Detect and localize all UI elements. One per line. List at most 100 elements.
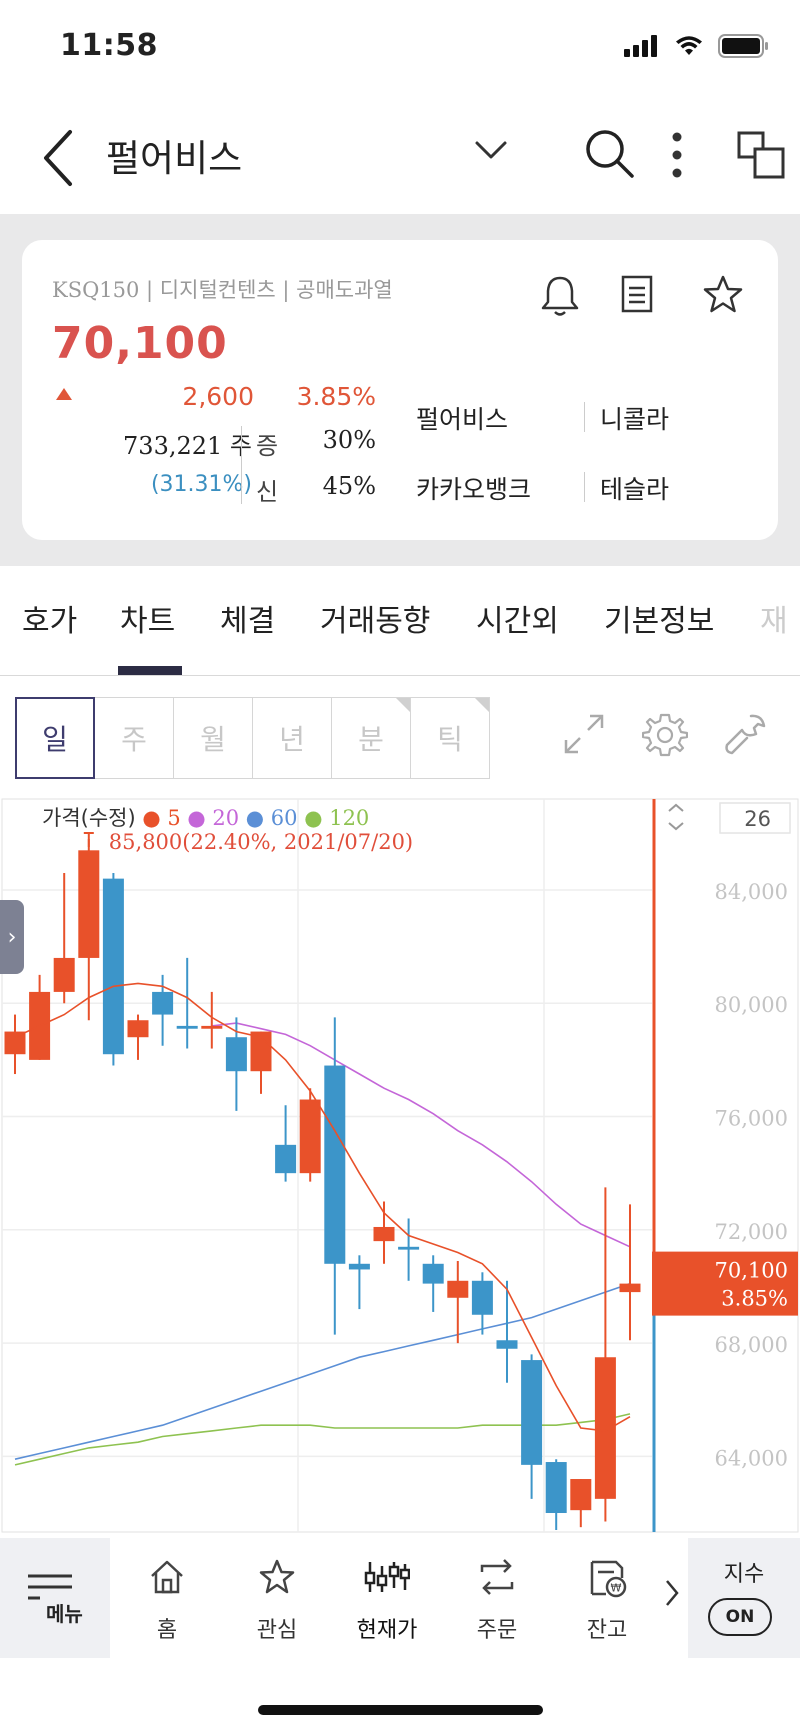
related-stock-2[interactable]: 니콜라 xyxy=(600,400,669,436)
divider xyxy=(241,426,242,504)
credit-rate-value: 45% xyxy=(322,472,376,500)
trade-volume: 733,221 주 xyxy=(123,432,252,460)
candle xyxy=(176,1025,198,1029)
current-price-label: 70,100 xyxy=(715,1259,788,1283)
candle xyxy=(545,1462,567,1514)
margin-rate-value: 30% xyxy=(322,426,376,454)
index-toggle[interactable]: ON xyxy=(708,1598,772,1636)
tab-orderbook[interactable]: 호가 xyxy=(22,596,77,640)
wifi-icon xyxy=(676,36,702,55)
period-month-button[interactable]: 월 xyxy=(173,697,253,779)
candle xyxy=(102,878,124,1055)
candle xyxy=(225,1037,247,1072)
wrench-icon[interactable] xyxy=(722,712,768,758)
app-header: 펄어비스 xyxy=(0,100,800,214)
candle xyxy=(324,1065,346,1264)
chart-side-handle[interactable]: › xyxy=(0,900,24,974)
nav-watchlist[interactable]: 관심 xyxy=(222,1538,332,1658)
price-change: 2,600 xyxy=(182,382,254,411)
period-day-button[interactable]: 일 xyxy=(15,697,95,779)
nav-current-price[interactable]: 현재가 xyxy=(332,1538,442,1658)
period-selector: 일 주 월 년 분 틱 xyxy=(15,697,490,779)
chevron-down-icon[interactable] xyxy=(474,140,508,160)
star-icon[interactable] xyxy=(702,274,744,314)
margin-rate-label: 증 xyxy=(256,432,279,460)
legend-title: 가격(수정) xyxy=(42,806,142,830)
y-tick-label: 64,000 xyxy=(715,1446,788,1470)
candle xyxy=(127,1020,149,1038)
status-time: 11:58 xyxy=(60,28,158,63)
current-rate-label: 3.85% xyxy=(721,1287,788,1311)
tab-after-hours[interactable]: 시간외 xyxy=(476,596,559,640)
balance-icon: ₩ xyxy=(590,1560,627,1598)
period-minute-button[interactable]: 분 xyxy=(331,697,411,779)
nav-balance[interactable]: ₩ 잔고 xyxy=(552,1538,662,1658)
candle xyxy=(570,1479,592,1511)
period-tick-button[interactable]: 틱 xyxy=(410,697,490,779)
volume-rate: (31.31%) xyxy=(150,472,252,497)
home-indicator xyxy=(258,1705,543,1715)
candle xyxy=(447,1280,469,1298)
y-tick-label: 68,000 xyxy=(715,1333,788,1357)
ma20-line xyxy=(211,1022,631,1248)
search-icon[interactable] xyxy=(584,128,636,180)
status-bar: 11:58 xyxy=(0,0,800,100)
period-week-button[interactable]: 주 xyxy=(94,697,174,779)
price-chart[interactable]: 84,000 80,000 76,000 72,000 68,000 64,000 70,1… xyxy=(0,797,800,1535)
detail-tabs: 호가 차트 체결 거래동향 시간외 기본정보 재 xyxy=(0,566,800,676)
index-label: 지수 xyxy=(723,1562,765,1587)
back-icon[interactable] xyxy=(40,128,80,188)
period-year-button[interactable]: 년 xyxy=(252,697,332,779)
related-stock-3[interactable]: 카카오뱅크 xyxy=(416,470,531,506)
settings-gear-icon[interactable] xyxy=(642,712,688,758)
tab-trades[interactable]: 체결 xyxy=(220,596,275,640)
chart-legend: 가격(수정) ● 5 ● 20 ● 60 ● 120 xyxy=(42,806,369,830)
menu-button[interactable]: 메뉴 xyxy=(0,1538,110,1658)
current-price: 70,100 xyxy=(52,318,228,369)
change-rate: 3.85% xyxy=(296,382,376,411)
tab-basic-info[interactable]: 기본정보 xyxy=(604,596,714,640)
candle xyxy=(78,850,100,958)
more-icon[interactable] xyxy=(670,130,684,180)
menu-label: 메뉴 xyxy=(46,1602,83,1626)
legend-series-60: ● 60 xyxy=(246,806,304,830)
related-stock-1[interactable]: 펄어비스 xyxy=(416,400,508,436)
multi-window-icon[interactable] xyxy=(736,130,786,180)
candlestick-chart[interactable]: 84,000 80,000 76,000 72,000 68,000 64,000 70,1… xyxy=(0,797,800,1535)
candle xyxy=(53,957,75,992)
stock-market-info: KSQ150 | 디지털컨텐츠 | 공매도과열 xyxy=(52,278,393,302)
nav-home[interactable]: 홈 xyxy=(112,1538,222,1658)
candle xyxy=(594,1357,616,1499)
battery-icon xyxy=(718,34,768,58)
tab-trade-trend[interactable]: 거래동향 xyxy=(320,596,430,640)
active-tab-indicator xyxy=(118,666,182,675)
exchange-arrows-icon xyxy=(480,1559,514,1595)
y-tick-label: 76,000 xyxy=(715,1107,788,1131)
memo-icon[interactable] xyxy=(620,274,654,314)
count-label: 26 xyxy=(744,807,771,831)
tab-chart[interactable]: 차트 xyxy=(120,596,175,640)
chart-sliders-icon xyxy=(364,1562,410,1592)
candle xyxy=(275,1144,297,1174)
up-triangle-icon xyxy=(56,388,72,400)
nav-order[interactable]: 주문 xyxy=(442,1538,552,1658)
scroll-down-icon xyxy=(668,822,684,831)
candle xyxy=(299,1099,321,1174)
bell-icon[interactable] xyxy=(540,274,580,318)
expand-icon[interactable] xyxy=(562,712,606,756)
candle xyxy=(152,991,174,1015)
chevron-right-icon[interactable] xyxy=(664,1578,680,1608)
stock-summary-card: KSQ150 | 디지털컨텐츠 | 공매도과열 70,100 2,600 3.8… xyxy=(22,240,778,540)
svg-text:₩: ₩ xyxy=(611,1582,622,1595)
candle xyxy=(619,1283,641,1293)
home-icon xyxy=(151,1560,183,1594)
signal-icon xyxy=(624,35,657,57)
related-stock-4[interactable]: 테슬라 xyxy=(600,470,669,506)
candle xyxy=(521,1360,543,1465)
candle xyxy=(201,1025,223,1029)
candle xyxy=(398,1246,420,1250)
bottom-navigation: 메뉴 홈 관심 현재가 주문 ₩ 잔고 지수 ON xyxy=(0,1538,800,1658)
candle xyxy=(496,1340,518,1349)
tab-financials[interactable]: 재 xyxy=(760,596,788,640)
stock-name-title[interactable]: 펄어비스 xyxy=(106,128,242,182)
